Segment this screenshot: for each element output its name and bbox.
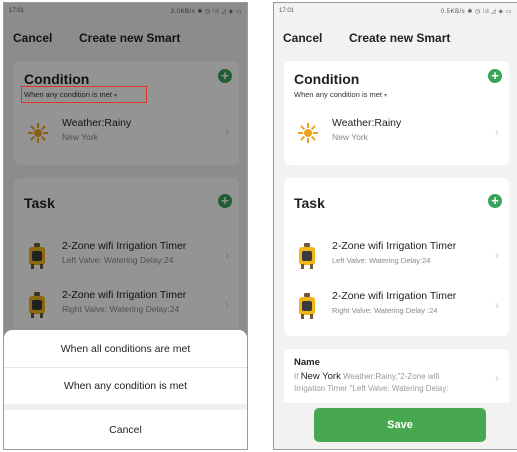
sheet-cancel-button[interactable]: Cancel bbox=[4, 413, 247, 447]
option-all-conditions[interactable]: When all conditions are met bbox=[4, 332, 247, 366]
add-condition-button[interactable]: + bbox=[488, 69, 502, 83]
condition-mode-selector[interactable]: When any condition is met ▾ bbox=[294, 90, 387, 99]
condition-item-weather[interactable]: Weather:Rainy New York › bbox=[284, 111, 509, 155]
irrigation-timer-icon bbox=[298, 293, 316, 319]
status-icons: ✱ ◷ ⁞ıl ◿ ◈ ▭ bbox=[467, 8, 512, 15]
add-task-button[interactable]: + bbox=[488, 194, 502, 208]
name-label: Name bbox=[294, 357, 320, 368]
plus-icon: + bbox=[491, 68, 499, 83]
name-value: If New York Weather:Rainy,"2-Zone wifi I… bbox=[294, 371, 494, 395]
condition-card: Condition + When any condition is met ▾ W… bbox=[284, 61, 509, 165]
status-time: 17:01 bbox=[279, 8, 295, 14]
right-phone-screen: 17:01 0.5KB/s ✱ ◷ ⁞ıl ◿ ◈ ▭ Cancel Creat… bbox=[273, 2, 517, 450]
plus-icon: + bbox=[491, 193, 499, 208]
condition-title: Condition bbox=[294, 71, 360, 87]
task-title: Task bbox=[294, 195, 325, 211]
divider bbox=[4, 367, 247, 368]
task-item-title: 2-Zone wifi Irrigation Timer bbox=[332, 240, 457, 252]
condition-item-subtitle: New York bbox=[332, 132, 368, 142]
sun-icon bbox=[298, 123, 318, 143]
task-item-subtitle: Left Valve: Watering Delay:24 bbox=[332, 256, 431, 265]
name-line-1: Weather:Rainy,"2-Zone wifi bbox=[343, 372, 440, 381]
network-speed: 0.5KB/s bbox=[440, 8, 466, 15]
condition-mode-label: When any condition is met bbox=[294, 90, 382, 99]
name-location: New York bbox=[300, 371, 341, 382]
name-card[interactable]: Name If New York Weather:Rainy,"2-Zone w… bbox=[284, 349, 509, 403]
status-bar: 17:01 0.5KB/s ✱ ◷ ⁞ıl ◿ ◈ ▭ bbox=[274, 3, 517, 19]
task-item-title: 2-Zone wifi Irrigation Timer bbox=[332, 290, 457, 302]
task-item[interactable]: 2-Zone wifi Irrigation Timer Right Valve… bbox=[284, 284, 509, 328]
left-phone-screen: 17:01 3.0KB/s ✱ ◷ ⁞ıl ◿ ◈ ▭ Cancel Creat… bbox=[3, 2, 248, 450]
task-card: Task + 2-Zone wifi Irrigation Timer Left… bbox=[284, 178, 509, 336]
option-any-condition[interactable]: When any condition is met bbox=[4, 369, 247, 403]
task-item[interactable]: 2-Zone wifi Irrigation Timer Left Valve:… bbox=[284, 234, 509, 278]
cancel-button[interactable]: Cancel bbox=[283, 31, 322, 45]
caret-down-icon: ▾ bbox=[383, 93, 387, 99]
chevron-right-icon: › bbox=[495, 248, 499, 262]
name-prefix: If bbox=[294, 372, 299, 381]
condition-item-title: Weather:Rainy bbox=[332, 117, 402, 129]
name-line-2: Irrigation Timer "Left Valve: Watering D… bbox=[294, 384, 449, 393]
highlight-box bbox=[21, 86, 147, 103]
condition-mode-sheet: When all conditions are met When any con… bbox=[4, 330, 247, 449]
chevron-right-icon: › bbox=[495, 371, 499, 385]
nav-bar: Cancel Create new Smart bbox=[274, 25, 517, 51]
divider bbox=[4, 404, 247, 410]
page-title: Create new Smart bbox=[349, 31, 451, 45]
task-item-subtitle: Right Valve: Watering Delay :24 bbox=[332, 306, 438, 315]
chevron-right-icon: › bbox=[495, 125, 499, 139]
irrigation-timer-icon bbox=[298, 243, 316, 269]
save-button[interactable]: Save bbox=[314, 408, 486, 442]
chevron-right-icon: › bbox=[495, 298, 499, 312]
